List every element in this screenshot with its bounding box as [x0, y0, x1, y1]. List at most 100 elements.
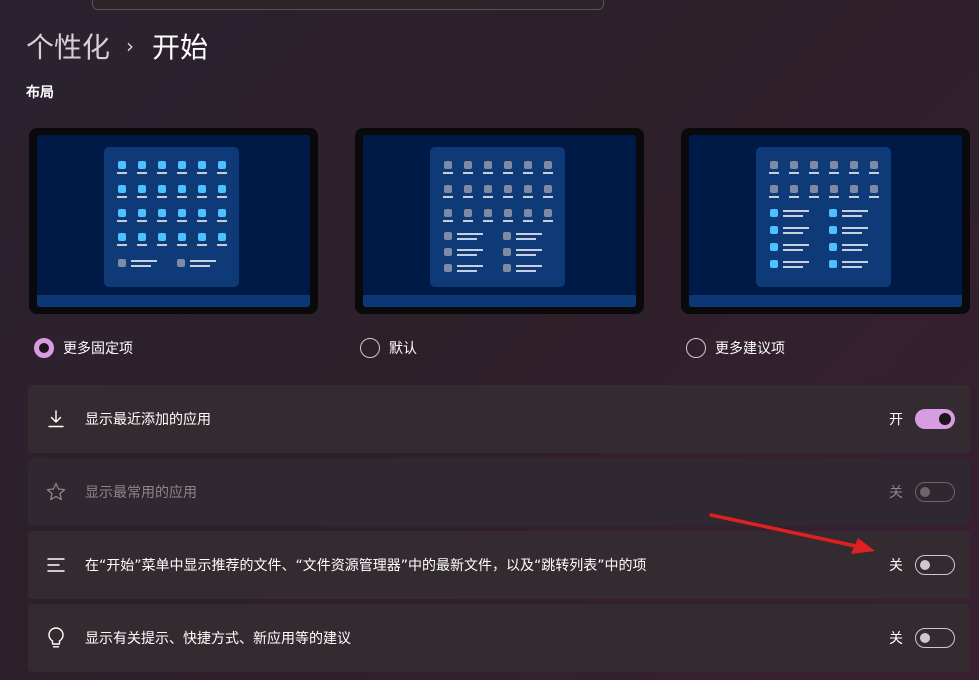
preview-recommendation-line [457, 254, 477, 256]
preview-recommendation-line [457, 238, 477, 240]
preview-recommendation-line [457, 270, 477, 272]
preview-recommendation-line [457, 233, 483, 235]
preview-tile-caption [157, 172, 167, 174]
preview-tile-caption [483, 220, 493, 222]
layout-preview-more-recommendations[interactable] [681, 128, 970, 314]
preview-recommendation-line [131, 265, 151, 267]
preview-tile-caption [177, 244, 187, 246]
preview-recommendation-icon [444, 264, 452, 272]
search-box[interactable] [92, 0, 604, 10]
preview-tile-caption [503, 220, 513, 222]
preview-recommendation-icon [829, 226, 837, 234]
preview-tile [770, 185, 778, 193]
preview-tile-caption [177, 220, 187, 222]
preview-tile-caption [117, 196, 127, 198]
layout-preview-default[interactable] [355, 128, 644, 314]
preview-tile [138, 233, 146, 241]
preview-tile [524, 185, 532, 193]
preview-tile-caption [769, 172, 779, 174]
preview-tile [810, 161, 818, 169]
radio-label: 更多固定项 [63, 341, 133, 357]
layout-preview-more-pins[interactable] [29, 128, 318, 314]
preview-tile [198, 161, 206, 169]
radio-button[interactable] [34, 338, 54, 358]
star-icon [44, 480, 68, 504]
preview-tile [790, 161, 798, 169]
section-heading-layout: 布局 [26, 85, 54, 101]
preview-tile [464, 161, 472, 169]
preview-tile-caption [463, 172, 473, 174]
preview-tile-caption [197, 172, 207, 174]
toggle-switch[interactable] [915, 482, 955, 502]
preview-recommendation-line [842, 261, 868, 263]
preview-tile-caption [117, 244, 127, 246]
preview-tile-caption [177, 196, 187, 198]
preview-tile-caption [769, 196, 779, 198]
preview-tile-caption [503, 172, 513, 174]
preview-recommendation-line [783, 215, 803, 217]
preview-tile-caption [197, 196, 207, 198]
chevron-right-icon: › [126, 34, 135, 58]
preview-recommendation-line [516, 265, 542, 267]
preview-tile-caption [217, 244, 227, 246]
preview-tile-caption [829, 172, 839, 174]
preview-tile-caption [849, 196, 859, 198]
preview-tile [850, 185, 858, 193]
toggle-knob [920, 633, 930, 643]
preview-taskbar [37, 295, 310, 307]
preview-screen [37, 135, 310, 307]
breadcrumb: 个性化 › 开始 [26, 26, 208, 66]
preview-recommendation-icon [444, 232, 452, 240]
preview-recommendation-icon [770, 226, 778, 234]
preview-recommendation-line [190, 260, 216, 262]
preview-recommendation-icon [503, 248, 511, 256]
toggle-switch[interactable] [915, 555, 955, 575]
preview-recommendation-line [516, 233, 542, 235]
preview-recommendation-line [457, 249, 483, 251]
preview-tile-caption [217, 172, 227, 174]
preview-recommendation-line [783, 244, 809, 246]
preview-tile-caption [543, 196, 553, 198]
toggle-switch[interactable] [915, 628, 955, 648]
toggle-state-text: 关 [889, 558, 903, 574]
radio-button[interactable] [360, 338, 380, 358]
preview-taskbar [689, 295, 962, 307]
preview-tile [544, 185, 552, 193]
preview-tile [464, 185, 472, 193]
preview-recommendation-line [131, 260, 157, 262]
preview-tile-caption [217, 220, 227, 222]
preview-recommendation-icon [503, 232, 511, 240]
toggle-knob [920, 487, 930, 497]
radio-default[interactable]: 默认 [360, 338, 417, 358]
toggle-state-text: 开 [889, 412, 903, 428]
setting-label: 显示最近添加的应用 [85, 412, 211, 428]
preview-recommendation-icon [177, 259, 185, 267]
preview-tile [118, 209, 126, 217]
setting-label: 显示最常用的应用 [85, 485, 197, 501]
preview-tile [198, 209, 206, 217]
preview-tile [138, 185, 146, 193]
preview-tile [504, 209, 512, 217]
preview-tile [178, 161, 186, 169]
preview-tile-caption [463, 220, 473, 222]
page-title: 开始 [152, 31, 209, 64]
preview-tile [198, 233, 206, 241]
radio-button[interactable] [686, 338, 706, 358]
radio-more-recommendations[interactable]: 更多建议项 [686, 338, 785, 358]
preview-tile [138, 161, 146, 169]
preview-tile-caption [137, 196, 147, 198]
setting-row-recently-added: 显示最近添加的应用 开 [28, 385, 970, 453]
preview-tile [484, 209, 492, 217]
preview-tile-caption [197, 220, 207, 222]
preview-tile [504, 161, 512, 169]
toggle-switch[interactable] [915, 409, 955, 429]
breadcrumb-parent[interactable]: 个性化 [26, 26, 110, 66]
preview-tile [524, 209, 532, 217]
preview-tile [524, 161, 532, 169]
preview-tile [810, 185, 818, 193]
radio-more-pins[interactable]: 更多固定项 [34, 338, 133, 358]
preview-recommendation-line [516, 249, 542, 251]
preview-tile-caption [197, 244, 207, 246]
preview-recommendation-line [842, 210, 868, 212]
preview-tile-caption [809, 196, 819, 198]
